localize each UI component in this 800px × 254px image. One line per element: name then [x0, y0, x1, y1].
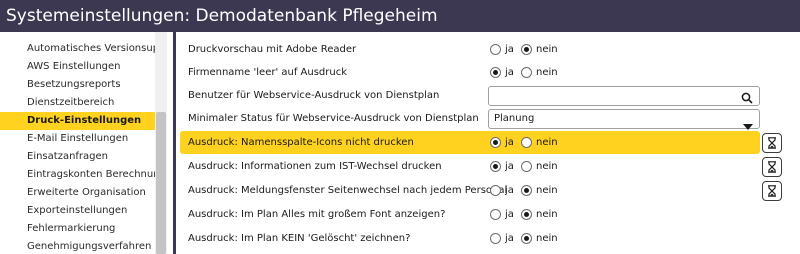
- sidebar-item[interactable]: Automatisches Versionsupda: [0, 40, 155, 58]
- radio-nein[interactable]: [521, 67, 532, 78]
- radio-ja-label[interactable]: ja: [505, 38, 514, 61]
- radio-ja-label[interactable]: ja: [505, 179, 514, 202]
- radio-ja[interactable]: [490, 67, 501, 78]
- sidebar-scrollbar[interactable]: [155, 32, 167, 254]
- settings-panel: Druckvorschau mit Adobe Reader ja nein Firm…: [176, 32, 800, 254]
- radio-ja-label[interactable]: ja: [505, 227, 514, 250]
- radio-nein[interactable]: [521, 161, 532, 172]
- radio-nein[interactable]: [521, 233, 532, 244]
- setting-label: Ausdruck: Namensspalte-Icons nicht druck…: [188, 137, 414, 148]
- setting-label: Benutzer für Webservice-Ausdruck von Die…: [188, 90, 440, 101]
- sidebar-item[interactable]: E-Mail Einstellungen: [0, 130, 155, 148]
- settings-row: Ausdruck: Namensspalte-Icons nicht druck…: [180, 131, 760, 154]
- sidebar-item[interactable]: Besetzungsreports: [0, 76, 155, 94]
- setting-label: Ausdruck: Im Plan KEIN 'Gelöscht' zeichn…: [188, 233, 411, 244]
- sidebar: Automatisches VersionsupdaAWS Einstellun…: [0, 32, 170, 254]
- user-search-field[interactable]: [488, 86, 760, 106]
- radio-ja-label[interactable]: ja: [505, 155, 514, 178]
- sidebar-item[interactable]: Erweiterte Organisation: [0, 184, 155, 202]
- setting-label: Ausdruck: Im Plan Alles mit großem Font …: [188, 209, 446, 220]
- radio-nein-label[interactable]: nein: [536, 227, 558, 250]
- radio-ja-label[interactable]: ja: [505, 61, 514, 84]
- radio-nein[interactable]: [521, 185, 532, 196]
- radio-ja[interactable]: [490, 209, 501, 220]
- hourglass-button[interactable]: [762, 133, 782, 153]
- radio-nein-label[interactable]: nein: [536, 155, 558, 178]
- user-search-input[interactable]: [493, 89, 733, 104]
- sidebar-item[interactable]: Genehmigungsverfahren: [0, 238, 155, 254]
- radio-nein-label[interactable]: nein: [536, 179, 558, 202]
- radio-nein-label[interactable]: nein: [536, 38, 558, 61]
- setting-label: Druckvorschau mit Adobe Reader: [188, 44, 357, 55]
- radio-ja-label[interactable]: ja: [505, 131, 514, 154]
- radio-nein[interactable]: [521, 44, 532, 55]
- sidebar-item[interactable]: Exporteinstellungen: [0, 202, 155, 220]
- radio-ja[interactable]: [490, 233, 501, 244]
- setting-label: Minimaler Status für Webservice-Ausdruck…: [188, 113, 479, 124]
- radio-nein-label[interactable]: nein: [536, 131, 558, 154]
- radio-ja-label[interactable]: ja: [505, 203, 514, 226]
- status-select[interactable]: Planung: [488, 109, 760, 130]
- radio-nein-label[interactable]: nein: [536, 61, 558, 84]
- sidebar-item[interactable]: Dienstzeitbereich: [0, 94, 155, 112]
- settings-row: Ausdruck: Meldungsfenster Seitenwechsel …: [180, 179, 760, 202]
- settings-row: Minimaler Status für Webservice-Ausdruck…: [180, 107, 760, 130]
- settings-row: Ausdruck: Informationen zum IST-Wechsel …: [180, 155, 760, 178]
- radio-nein-label[interactable]: nein: [536, 203, 558, 226]
- radio-ja[interactable]: [490, 137, 501, 148]
- sidebar-item[interactable]: Einsatzanfragen: [0, 148, 155, 166]
- sidebar-item[interactable]: Druck-Einstellungen: [0, 112, 155, 130]
- sidebar-item[interactable]: AWS Einstellungen: [0, 58, 155, 76]
- settings-row: Firmenname 'leer' auf Ausdruck ja nein: [180, 61, 760, 84]
- settings-row: Druckvorschau mit Adobe Reader ja nein: [180, 38, 760, 61]
- radio-ja[interactable]: [490, 44, 501, 55]
- radio-ja[interactable]: [490, 185, 501, 196]
- status-select-value: Planung: [494, 113, 535, 124]
- settings-row: Ausdruck: Im Plan Alles mit großem Font …: [180, 203, 760, 226]
- sidebar-scrollbar-thumb[interactable]: [156, 112, 166, 254]
- setting-label: Firmenname 'leer' auf Ausdruck: [188, 67, 348, 78]
- window-title: Systemeinstellungen: Demodatenbank Pfleg…: [0, 0, 800, 32]
- radio-ja[interactable]: [490, 161, 501, 172]
- sidebar-item[interactable]: Eintragskonten Berechnung: [0, 166, 155, 184]
- setting-label: Ausdruck: Meldungsfenster Seitenwechsel …: [188, 185, 508, 196]
- sidebar-list: Automatisches VersionsupdaAWS Einstellun…: [0, 40, 155, 254]
- setting-label: Ausdruck: Informationen zum IST-Wechsel …: [188, 161, 442, 172]
- hourglass-button[interactable]: [762, 181, 782, 201]
- sidebar-item[interactable]: Fehlermarkierung: [0, 220, 155, 238]
- settings-row: Ausdruck: Im Plan KEIN 'Gelöscht' zeichn…: [180, 227, 760, 250]
- settings-row: Benutzer für Webservice-Ausdruck von Die…: [180, 84, 760, 107]
- radio-nein[interactable]: [521, 137, 532, 148]
- radio-nein[interactable]: [521, 209, 532, 220]
- hourglass-button[interactable]: [762, 157, 782, 177]
